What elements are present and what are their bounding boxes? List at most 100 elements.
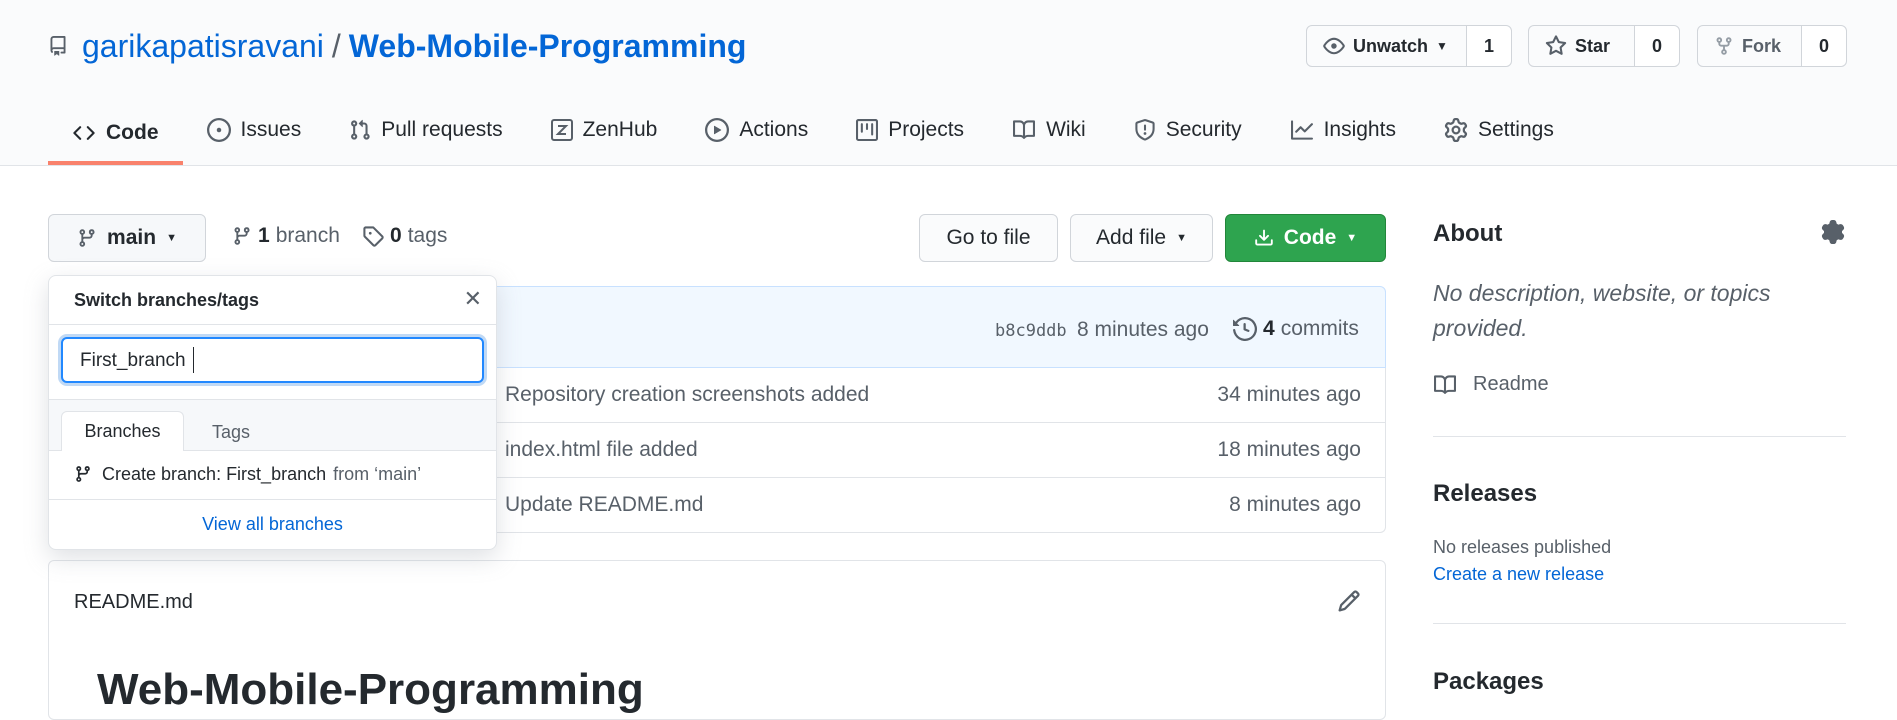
dropdown-tabs: Branches Tags bbox=[49, 399, 496, 451]
branch-select-button[interactable]: main ▼ bbox=[48, 214, 206, 262]
branch-filter-value: First_branch bbox=[80, 350, 186, 371]
commit-sha[interactable]: b8c9ddb bbox=[995, 321, 1067, 341]
tab-actions-label: Actions bbox=[739, 118, 809, 141]
divider bbox=[1433, 623, 1846, 624]
file-commit-age: 8 minutes ago bbox=[1229, 493, 1361, 516]
tab-zenhub-label: ZenHub bbox=[582, 118, 658, 141]
tab-settings[interactable]: Settings bbox=[1420, 100, 1578, 160]
star-count[interactable]: 0 bbox=[1635, 26, 1679, 66]
close-icon[interactable]: ✕ bbox=[464, 286, 482, 312]
tab-insights[interactable]: Insights bbox=[1266, 100, 1420, 160]
repo-name-link[interactable]: Web-Mobile-Programming bbox=[349, 26, 747, 66]
file-commit-message[interactable]: Update README.md bbox=[505, 493, 703, 517]
tab-projects-label: Projects bbox=[888, 118, 965, 141]
tab-insights-label: Insights bbox=[1323, 118, 1396, 141]
commits-link[interactable]: 4 commits bbox=[1233, 317, 1359, 341]
pull-request-icon bbox=[349, 118, 371, 142]
tag-icon bbox=[362, 225, 384, 247]
tab-pull-requests[interactable]: Pull requests bbox=[325, 100, 526, 160]
tab-pull-requests-label: Pull requests bbox=[381, 118, 503, 141]
tag-word: tags bbox=[407, 224, 448, 247]
add-file-label: Add file bbox=[1096, 226, 1167, 249]
add-file-button[interactable]: Add file ▼ bbox=[1070, 214, 1213, 262]
graph-icon bbox=[1290, 119, 1314, 141]
shield-icon bbox=[1134, 118, 1156, 142]
create-release-link[interactable]: Create a new release bbox=[1433, 564, 1604, 585]
tab-branches-label: Branches bbox=[84, 421, 161, 441]
history-icon bbox=[1233, 317, 1257, 341]
tab-wiki[interactable]: Wiki bbox=[988, 100, 1110, 160]
download-icon bbox=[1254, 227, 1274, 249]
book-icon bbox=[1433, 374, 1457, 396]
tab-code-label: Code bbox=[106, 121, 159, 144]
about-description: No description, website, or topics provi… bbox=[1433, 280, 1771, 341]
branches-link[interactable]: 1 branch bbox=[232, 224, 340, 248]
repo-nav: Code Issues Pull requests ZenHub Actions… bbox=[48, 100, 1578, 165]
file-commit-age: 34 minutes ago bbox=[1217, 383, 1361, 406]
tab-actions[interactable]: Actions bbox=[681, 100, 832, 160]
view-all-branches-link[interactable]: View all branches bbox=[49, 514, 496, 535]
create-branch-item[interactable]: Create branch: First_branch from ‘main’ bbox=[49, 449, 496, 499]
readme-box: README.md Web-Mobile-Programming bbox=[48, 560, 1386, 720]
watch-count[interactable]: 1 bbox=[1467, 26, 1511, 66]
star-icon bbox=[1545, 35, 1567, 57]
repo-icon bbox=[48, 34, 68, 58]
repo-owner-link[interactable]: garikapatisravani bbox=[82, 26, 324, 66]
chevron-down-icon: ▼ bbox=[166, 232, 177, 244]
tags-link[interactable]: 0 tags bbox=[362, 224, 447, 248]
repo-separator: / bbox=[331, 28, 341, 64]
unwatch-button[interactable]: Unwatch ▼ bbox=[1307, 26, 1467, 66]
tab-code[interactable]: Code bbox=[48, 100, 183, 165]
fork-button-group: Fork 0 bbox=[1697, 25, 1847, 67]
tab-projects[interactable]: Projects bbox=[832, 100, 988, 160]
gear-icon[interactable] bbox=[1821, 220, 1845, 244]
about-title: About bbox=[1433, 220, 1503, 247]
commit-word: commits bbox=[1280, 317, 1359, 340]
dropdown-title: Switch branches/tags bbox=[74, 290, 260, 310]
unwatch-label: Unwatch bbox=[1353, 35, 1429, 56]
tab-security[interactable]: Security bbox=[1110, 100, 1266, 160]
readme-link-label: Readme bbox=[1473, 373, 1549, 395]
tab-issues[interactable]: Issues bbox=[183, 100, 326, 160]
file-commit-message[interactable]: index.html file added bbox=[505, 438, 698, 462]
readme-link[interactable]: Readme bbox=[1433, 373, 1549, 396]
star-button-group: Star 0 bbox=[1528, 25, 1680, 67]
fork-icon bbox=[1714, 35, 1734, 57]
chevron-down-icon: ▼ bbox=[1346, 232, 1358, 244]
play-icon bbox=[705, 118, 730, 142]
branch-dropdown: Switch branches/tags ✕ First_branch Bran… bbox=[48, 275, 497, 550]
text-cursor bbox=[193, 347, 194, 373]
project-icon bbox=[856, 119, 879, 141]
chevron-down-icon: ▼ bbox=[1176, 232, 1187, 244]
branch-word: branch bbox=[275, 224, 340, 247]
pencil-icon[interactable] bbox=[1337, 589, 1361, 613]
issue-icon bbox=[206, 118, 231, 142]
commit-age: 8 minutes ago bbox=[1077, 318, 1209, 341]
code-download-label: Code bbox=[1283, 226, 1337, 249]
star-button[interactable]: Star bbox=[1529, 26, 1635, 66]
file-commit-message[interactable]: Repository creation screenshots added bbox=[505, 383, 869, 407]
tab-security-label: Security bbox=[1165, 118, 1242, 141]
gear-icon bbox=[1444, 118, 1468, 142]
tab-settings-label: Settings bbox=[1477, 118, 1554, 141]
branch-filter-input[interactable]: First_branch bbox=[61, 337, 484, 383]
eye-icon bbox=[1323, 35, 1345, 57]
fork-button[interactable]: Fork bbox=[1698, 26, 1802, 66]
zenhub-icon bbox=[550, 119, 573, 141]
tab-tags[interactable]: Tags bbox=[212, 422, 250, 443]
divider bbox=[1433, 436, 1846, 437]
create-branch-label: Create branch: First_branch bbox=[102, 463, 327, 484]
commit-count: 4 bbox=[1263, 317, 1275, 340]
tab-zenhub[interactable]: ZenHub bbox=[527, 100, 682, 160]
go-to-file-button[interactable]: Go to file bbox=[919, 214, 1058, 262]
code-download-button[interactable]: Code ▼ bbox=[1225, 214, 1386, 262]
go-to-file-label: Go to file bbox=[946, 226, 1031, 249]
tab-branches[interactable]: Branches bbox=[61, 411, 184, 451]
branch-icon bbox=[74, 463, 92, 485]
book-icon bbox=[1012, 119, 1036, 141]
create-branch-source: from ‘main’ bbox=[333, 463, 422, 484]
divider bbox=[49, 324, 496, 325]
watch-button-group: Unwatch ▼ 1 bbox=[1306, 25, 1512, 67]
repo-header: garikapatisravani / Web-Mobile-Programmi… bbox=[0, 0, 1897, 166]
fork-count[interactable]: 0 bbox=[1802, 26, 1846, 66]
